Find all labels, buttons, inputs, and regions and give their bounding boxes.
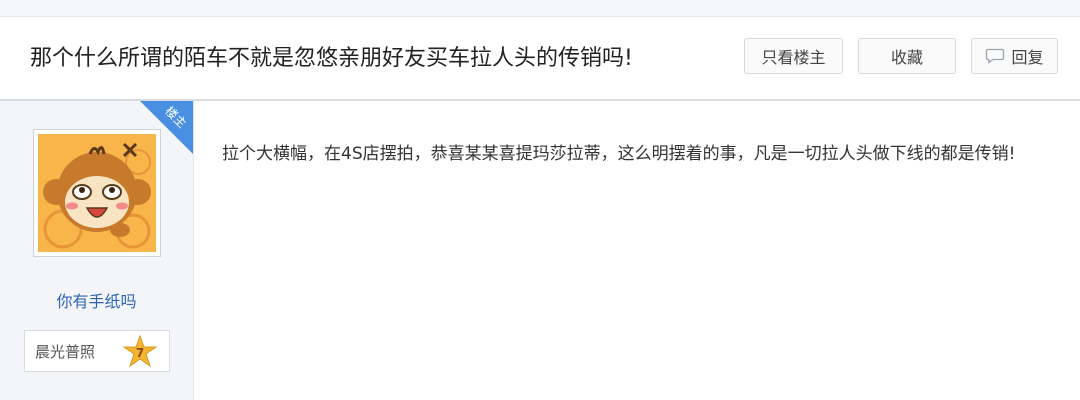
speech-bubble-icon [985, 48, 1005, 64]
post-content: 拉个大横幅，在4S店摆拍，恭喜某某喜提玛莎拉蒂，这么明摆着的事，凡是一切拉人头做… [222, 144, 1016, 164]
monkey-avatar [38, 134, 156, 252]
reply-label: 回复 [1011, 48, 1044, 67]
avatar[interactable] [33, 129, 161, 257]
thread-title: 那个什么所谓的陌车不就是忽悠亲朋好友买车拉人头的传销吗! [30, 46, 633, 71]
only-op-label: 只看楼主 [761, 48, 826, 67]
top-strip [0, 0, 1080, 17]
author-sidebar: 楼主 你有手纸吗 晨光普照 7 [0, 101, 194, 400]
reply-button[interactable]: 回复 [971, 38, 1058, 74]
author-name[interactable]: 你有手纸吗 [0, 288, 193, 312]
favorite-button[interactable]: 收藏 [858, 38, 956, 74]
favorite-label: 收藏 [890, 48, 923, 67]
thread-header: 那个什么所谓的陌车不就是忽悠亲朋好友买车拉人头的传销吗! 只看楼主 收藏 回复 [0, 17, 1080, 101]
only-op-button[interactable]: 只看楼主 [744, 38, 843, 74]
rank-title: 晨光普照 [35, 343, 96, 361]
level-number: 7 [136, 346, 144, 360]
star-badge-icon: 7 [123, 335, 157, 369]
author-rank: 晨光普照 7 [24, 330, 170, 372]
